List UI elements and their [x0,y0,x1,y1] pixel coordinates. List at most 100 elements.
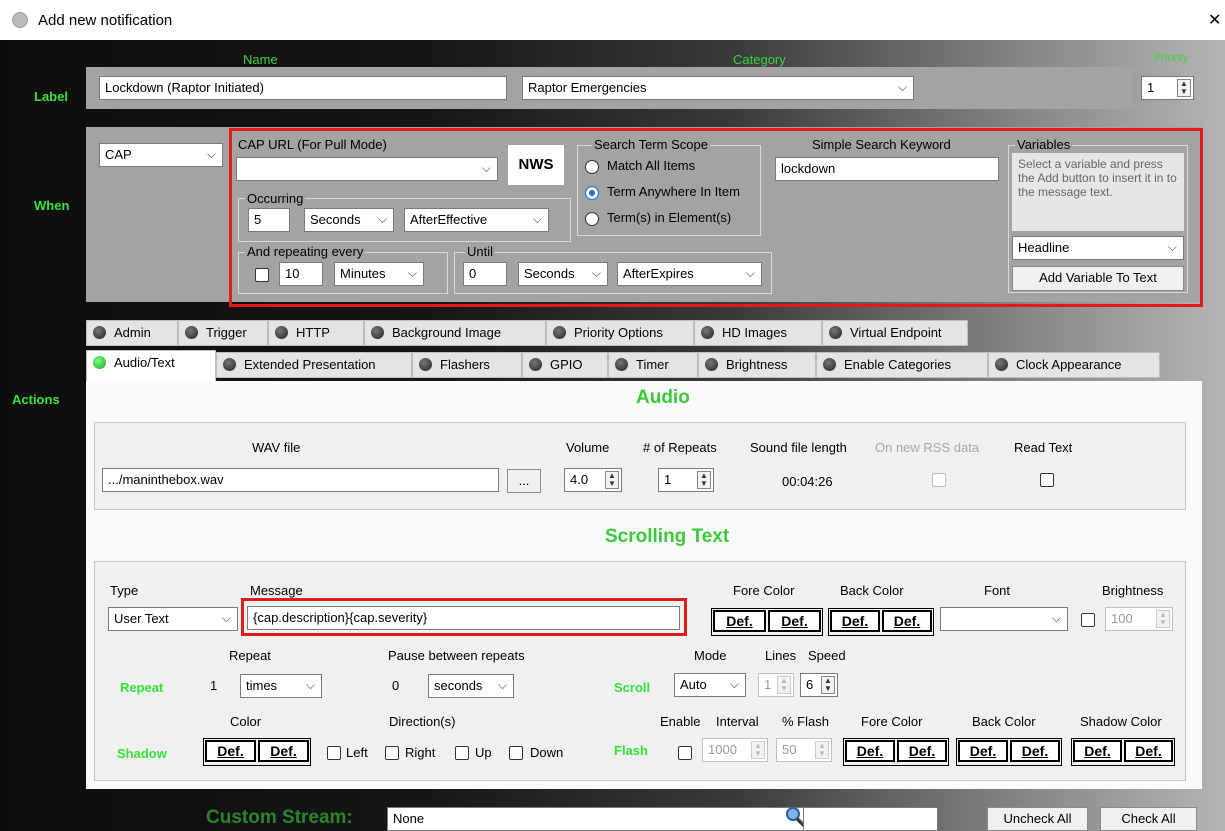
tab-timer[interactable]: Timer [608,352,698,378]
until-value-input[interactable]: 0 [463,262,507,286]
close-icon[interactable]: ✕ [1208,10,1221,30]
spinner-arrows-icon[interactable]: ▲ ▼ [1156,610,1170,628]
spinner-arrows-icon[interactable]: ▲ ▼ [815,741,829,759]
add-variable-button[interactable]: Add Variable To Text [1012,266,1184,291]
flash-enable-checkbox[interactable] [678,746,692,760]
back-color-def-button-2[interactable]: Def. [882,610,932,632]
read-text-checkbox[interactable] [1040,473,1054,487]
stream-search-input[interactable] [803,807,938,831]
tab-extended-presentation[interactable]: Extended Presentation [216,352,412,378]
brightness-spinner[interactable]: 100 ▲ ▼ [1105,607,1173,631]
spinner-arrows-icon[interactable]: ▲ ▼ [751,741,765,759]
flash-back-def-button-2[interactable]: Def. [1010,740,1060,762]
flash-shadow-def-button-1[interactable]: Def. [1073,740,1122,762]
tab-background-image[interactable]: Background Image [364,320,546,346]
volume-spinner[interactable]: 4.0 ▲ ▼ [564,468,622,492]
led-icon [529,358,542,371]
wav-file-input[interactable]: .../maninthebox.wav [102,468,499,492]
tab-clock-appearance[interactable]: Clock Appearance [988,352,1160,378]
pause-unit-select[interactable]: seconds ⌵ [428,674,514,698]
repeat-value-input[interactable]: 10 [279,262,323,286]
font-select[interactable]: ⌵ [940,607,1068,631]
direction-left-checkbox[interactable] [327,746,341,760]
led-icon [223,358,236,371]
uncheck-all-button[interactable]: Uncheck All [987,807,1088,831]
direction-down-checkbox[interactable] [509,746,523,760]
repeat-unit-select[interactable]: Minutes ⌵ [334,262,424,286]
until-mode-select[interactable]: AfterExpires ⌵ [617,262,762,286]
source-select[interactable]: CAP ⌵ [99,143,223,167]
occurring-mode-select[interactable]: AfterEffective ⌵ [404,208,549,232]
title-bar: Add new notification ✕ [0,0,1225,40]
type-select[interactable]: User Text ⌵ [108,607,238,631]
flash-fore-def-button-1[interactable]: Def. [845,740,895,762]
tab-hd-images[interactable]: HD Images [694,320,822,346]
repeat-unit-select[interactable]: times ⌵ [240,674,322,698]
flash-section-label: Flash [614,743,648,758]
label-section-title: Label [34,89,68,104]
brightness-checkbox[interactable] [1081,613,1095,627]
custom-stream-select[interactable]: None⌵ [387,807,814,831]
tab-enable-categories[interactable]: Enable Categories [816,352,988,378]
keyword-input[interactable]: lockdown [775,157,999,181]
mode-select[interactable]: Auto ⌵ [674,673,746,697]
tab-brightness[interactable]: Brightness [698,352,816,378]
browse-button[interactable]: ... [507,469,541,493]
tab-virtual-endpoint[interactable]: Virtual Endpoint [822,320,968,346]
tab-admin[interactable]: Admin [86,320,178,346]
flash-fore-def-button-2[interactable]: Def. [897,740,947,762]
fore-color-def-button-1[interactable]: Def. [713,610,766,632]
variable-select[interactable]: Headline ⌵ [1012,236,1184,260]
scope-radio-anywhere[interactable] [585,186,599,200]
message-input[interactable]: {cap.description}{cap.severity} [247,606,680,630]
occurring-unit-select[interactable]: Seconds ⌵ [304,208,394,232]
spinner-arrows-icon[interactable]: ▲ ▼ [777,676,791,694]
rss-label: On new RSS data [875,440,980,455]
speed-spinner[interactable]: 6 ▲ ▼ [800,673,838,697]
cap-url-select[interactable]: ⌵ [236,157,498,181]
repeat-count-input[interactable]: 1 [204,674,238,698]
shadow-color-def-button-1[interactable]: Def. [205,740,256,762]
lines-spinner[interactable]: 1 ▲ ▼ [758,673,794,697]
nws-button[interactable]: NWS [507,144,565,186]
percent-flash-value: 50 [782,742,797,757]
pause-input[interactable]: 0 [386,674,426,698]
tab-flashers[interactable]: Flashers [412,352,522,378]
flash-shadow-def-button-2[interactable]: Def. [1124,740,1173,762]
spinner-arrows-icon[interactable]: ▲ ▼ [605,471,619,489]
spinner-arrows-icon[interactable]: ▲ ▼ [1177,79,1191,97]
direction-up-checkbox[interactable] [455,746,469,760]
shadow-color-def-button-2[interactable]: Def. [258,740,309,762]
interval-value: 1000 [708,742,737,757]
until-unit-select[interactable]: Seconds ⌵ [518,262,608,286]
interval-spinner[interactable]: 1000 ▲ ▼ [702,738,768,762]
repeat-label: Repeat [229,648,271,663]
name-input[interactable]: Lockdown (Raptor Initiated) [99,76,507,100]
tab-priority-options[interactable]: Priority Options [546,320,694,346]
tab-label: Clock Appearance [1016,357,1122,372]
category-select[interactable]: Raptor Emergencies ⌵ [522,76,914,100]
tab-gpio[interactable]: GPIO [522,352,608,378]
rss-checkbox[interactable] [932,473,946,487]
back-color-def-button-1[interactable]: Def. [830,610,880,632]
chevron-down-icon: ⌵ [745,266,755,280]
percent-flash-spinner[interactable]: 50 ▲ ▼ [776,738,832,762]
spinner-arrows-icon[interactable]: ▲ ▼ [697,471,711,489]
flash-back-def-button-1[interactable]: Def. [958,740,1008,762]
direction-right-checkbox[interactable] [385,746,399,760]
scope-radio-match-all[interactable] [585,160,599,174]
scope-option-anywhere: Term Anywhere In Item [607,184,740,199]
fore-color-def-button-2[interactable]: Def. [768,610,821,632]
check-all-button[interactable]: Check All [1100,807,1197,831]
priority-spinner[interactable]: 1 ▲ ▼ [1141,76,1194,100]
scope-radio-elements[interactable] [585,212,599,226]
occurring-value-input[interactable]: 5 [248,208,290,232]
wav-label: WAV file [252,440,301,455]
spinner-arrows-icon[interactable]: ▲ ▼ [821,676,835,694]
repeat-checkbox[interactable] [255,268,269,282]
tab-trigger[interactable]: Trigger [178,320,268,346]
source-value: CAP [105,147,132,162]
tab-audio-text[interactable]: Audio/Text [86,350,216,382]
repeats-spinner[interactable]: 1 ▲ ▼ [658,468,714,492]
tab-http[interactable]: HTTP [268,320,364,346]
